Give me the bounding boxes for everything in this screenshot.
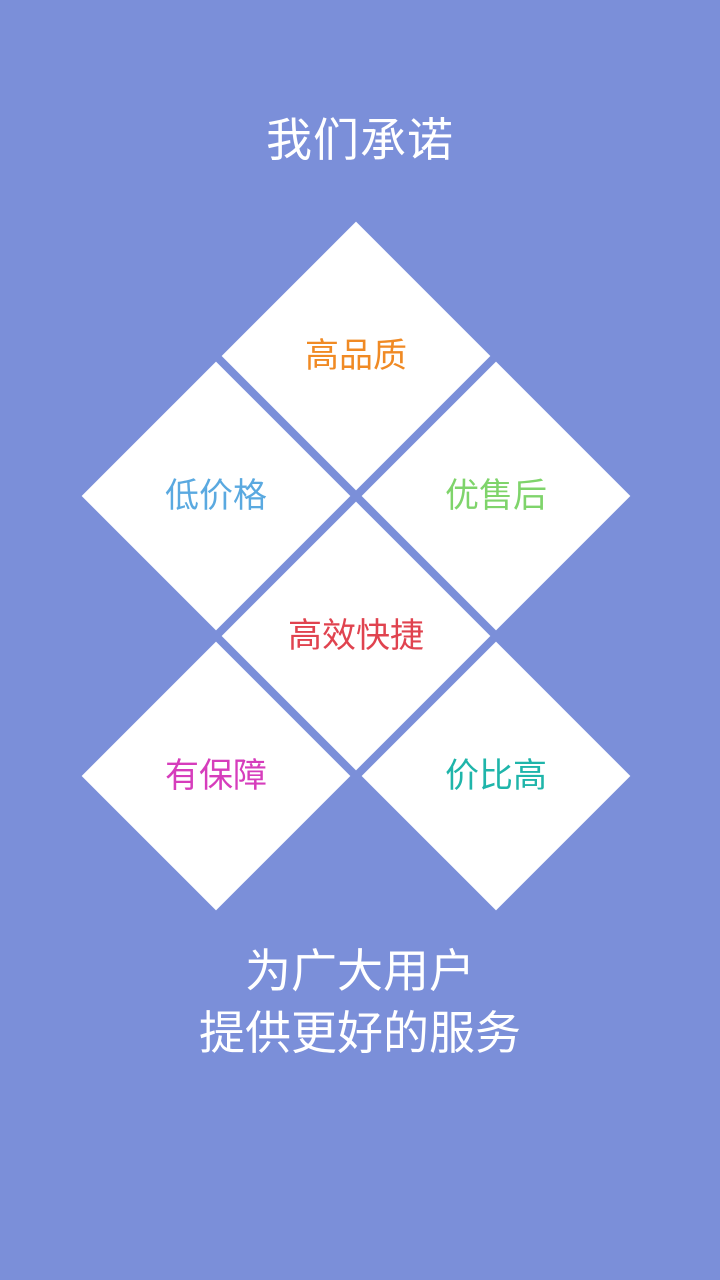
promise-tile-value: 价比高 <box>362 642 630 910</box>
footer-slogan: 为广大用户 提供更好的服务 <box>0 940 720 1064</box>
page-title: 我们承诺 <box>266 113 454 167</box>
promise-label: 价比高 <box>445 756 547 796</box>
promise-label: 有保障 <box>165 756 267 796</box>
footer-line-1: 为广大用户 <box>245 944 475 998</box>
footer-line-2: 提供更好的服务 <box>199 1006 521 1060</box>
promise-tile-guarantee: 有保障 <box>82 642 350 910</box>
